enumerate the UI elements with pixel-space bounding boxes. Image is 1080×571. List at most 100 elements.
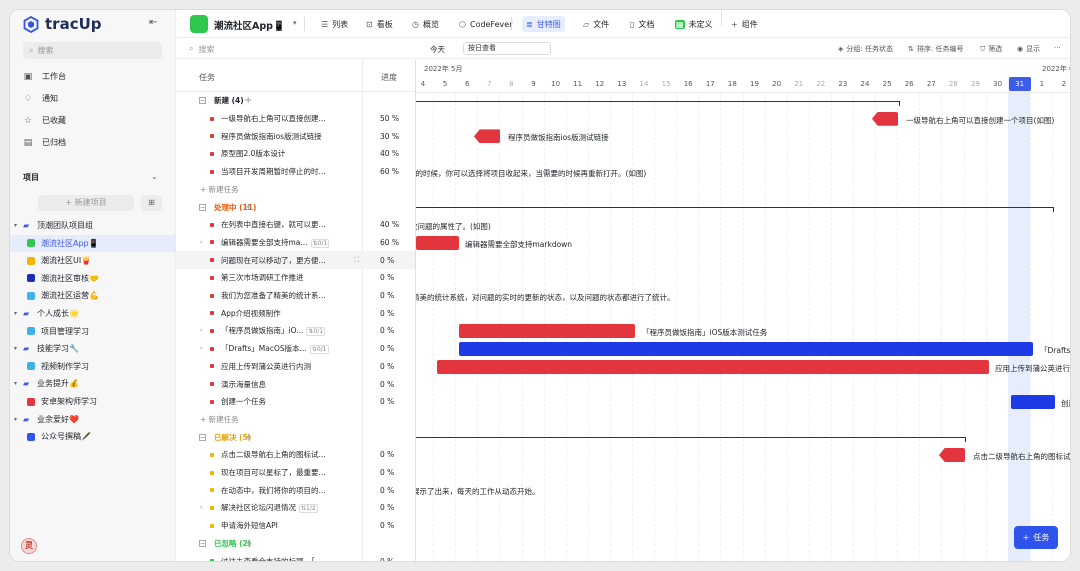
task-row[interactable]: App介绍视频制作 0 % <box>176 304 415 322</box>
tab-gantt[interactable]: ≣ 甘特图 <box>522 16 565 32</box>
collapse-group-icon[interactable]: − <box>199 539 206 547</box>
group-header[interactable]: − 新建 (4) + <box>176 92 415 110</box>
sidebar-folder[interactable]: ▾ ▰ 顶潮团队项目组 <box>10 217 176 234</box>
group-header[interactable]: − 已忽略 (2) + <box>176 535 415 553</box>
tab-folder[interactable]: ▱ 文件 <box>579 16 613 32</box>
new-task-button[interactable]: + 任务 <box>1014 526 1058 549</box>
sidebar-project-item[interactable]: 潮流社区App📱 <box>10 234 176 252</box>
task-search-input[interactable]: ⌕ 搜索 <box>189 44 214 55</box>
tab-list[interactable]: ☰ 列表 <box>317 16 352 32</box>
sidebar-project-item[interactable]: 项目管理学习 <box>10 323 176 340</box>
gantt-task-bar[interactable] <box>1011 394 1055 409</box>
sidebar-folder[interactable]: ▾ ▰ 个人成长🌟 <box>10 305 176 322</box>
gantt-task-bar[interactable] <box>459 341 1033 356</box>
sidebar-project-item[interactable]: 潮流社区运营💪 <box>10 287 176 304</box>
sidebar-nav-item[interactable]: ▤ 已归档 <box>23 137 66 148</box>
expand-subtasks-icon[interactable]: › <box>200 327 202 334</box>
chevron-down-icon[interactable]: ▾ <box>14 345 20 352</box>
gantt-task-bar[interactable] <box>416 235 459 250</box>
new-task-row[interactable]: + 新建任务 <box>176 411 415 429</box>
new-task-link[interactable]: + 新建任务 <box>200 414 239 425</box>
task-row[interactable]: 我们为您准备了精美的统计系... 0 % <box>176 287 415 305</box>
sidebar-project-item[interactable]: 安卓架构师学习 <box>10 393 176 410</box>
sidebar-folder[interactable]: ▾ ▰ 业余爱好❤️ <box>10 411 176 428</box>
task-progress: 0 % <box>380 468 395 478</box>
task-row[interactable]: 程序员做饭指南ios版测试链接 30 % <box>176 127 415 145</box>
sidebar-nav-item[interactable]: ▣ 工作台 <box>23 71 66 82</box>
logo[interactable]: tracUp <box>23 14 102 34</box>
new-folder-button[interactable]: ⊞ <box>141 195 162 211</box>
task-row[interactable]: › 「Drafts」MacOS版本... ⇅0/1 0 % <box>176 340 415 358</box>
task-row[interactable]: 在列表中直接右键，就可以更... 40 % <box>176 216 415 234</box>
collapse-group-icon[interactable]: − <box>199 203 206 211</box>
sidebar-project-item[interactable]: 潮流社区UI🍟 <box>10 252 176 269</box>
projects-collapse-icon[interactable]: ⌄ <box>151 172 158 181</box>
gantt-task-bar[interactable] <box>437 359 989 374</box>
expand-subtasks-icon[interactable]: › <box>200 345 202 352</box>
task-row[interactable]: 第三次市场调研工作推进 0 % <box>176 269 415 287</box>
add-task-plus-icon[interactable]: + <box>244 95 252 106</box>
task-search-placeholder: 搜索 <box>198 45 215 54</box>
today-button[interactable]: 今天 <box>430 44 445 55</box>
tab-plus[interactable]: + 组件 <box>727 16 762 32</box>
sidebar-nav-item[interactable]: ♢ 通知 <box>23 93 58 104</box>
add-task-plus-icon[interactable]: + <box>244 432 252 443</box>
tab-overview[interactable]: ◷ 概览 <box>408 16 443 32</box>
sidebar-search-input[interactable]: ⌕ 搜索 <box>23 42 162 59</box>
project-dropdown-icon[interactable]: ▾ <box>293 19 297 27</box>
new-task-link[interactable]: + 新建任务 <box>200 184 239 195</box>
task-row[interactable]: › 「程序员做饭指南」iO... ⇅0/1 0 % <box>176 322 415 340</box>
task-row[interactable]: 申请海外短信API 0 % <box>176 517 415 535</box>
collapse-sidebar-icon[interactable]: ⇤ <box>149 17 157 28</box>
task-row[interactable]: 创建一个任务 0 % <box>176 393 415 411</box>
chevron-down-icon[interactable]: ▾ <box>14 310 20 317</box>
sidebar-folder[interactable]: ▾ ▰ 技能学习🔧 <box>10 340 176 357</box>
view-mode-select[interactable]: 按日查看 <box>463 42 551 55</box>
group-header[interactable]: − 处理中 (11) + <box>176 198 415 216</box>
tab-code[interactable]: ⬡ CodeFever <box>455 16 517 32</box>
sidebar-nav-item[interactable]: ☆ 已收藏 <box>23 115 66 126</box>
collapse-group-icon[interactable]: − <box>199 97 206 105</box>
group-header[interactable]: − 已解决 (5) + <box>176 428 415 446</box>
task-row[interactable]: 现在项目可以星标了，最重要... 0 % <box>176 464 415 482</box>
task-row[interactable]: 在动态中，我们将你的项目的... 0 % <box>176 481 415 499</box>
task-row[interactable]: › 解决社区论坛闪退情况 ⇅1/2 0 % <box>176 499 415 517</box>
sidebar-folder[interactable]: ▾ ▰ 业务提升💰 <box>10 375 176 392</box>
user-avatar[interactable]: 灵 <box>21 538 37 554</box>
collapse-group-icon[interactable]: − <box>199 433 206 441</box>
new-project-button[interactable]: + 新建项目 <box>38 195 134 211</box>
sidebar-project-item[interactable]: 公众号撰稿🖋️ <box>10 428 176 445</box>
gantt-milestone-bar[interactable] <box>939 448 965 462</box>
new-task-row[interactable]: + 新建任务 <box>176 181 415 199</box>
task-row[interactable]: › 编辑器需要全部支持ma... ⇅0/1 60 % <box>176 234 415 252</box>
tab-kanban[interactable]: ⊡ 看板 <box>362 16 397 32</box>
tab-doc[interactable]: ▯ 文档 <box>626 16 658 32</box>
display-button[interactable]: ◉ 显示 <box>1017 44 1040 54</box>
group-by-button[interactable]: ◈ 分组: 任务状态 <box>838 44 893 54</box>
task-row[interactable]: 原型图2.0版本设计 40 % <box>176 145 415 163</box>
add-task-plus-icon[interactable]: + <box>244 538 252 549</box>
chevron-down-icon[interactable]: ▾ <box>14 222 20 229</box>
task-row[interactable]: 过往未查看全支持的标题，「... 0 % <box>176 552 415 561</box>
task-row[interactable]: 演示海量信息 0 % <box>176 375 415 393</box>
task-row[interactable]: 一级导航右上角可以直接创建... 50 % <box>176 110 415 128</box>
open-detail-icon[interactable]: ⛶ <box>354 256 359 265</box>
sidebar-project-item[interactable]: 潮流社区审核🤝 <box>10 270 176 287</box>
tab-label: 文档 <box>638 19 655 29</box>
add-task-plus-icon[interactable]: + <box>244 202 252 213</box>
gantt-task-bar[interactable] <box>459 324 635 339</box>
sidebar-project-item[interactable]: 视频制作学习 <box>10 358 176 375</box>
task-row[interactable]: 当项目开发周期暂时停止的时... 60 % <box>176 163 415 181</box>
more-button[interactable]: ··· <box>1054 44 1061 52</box>
chevron-down-icon[interactable]: ▾ <box>14 416 20 423</box>
sort-button[interactable]: ⇅ 排序: 任务编号 <box>908 44 963 54</box>
project-name[interactable]: 潮流社区App📱 <box>214 18 285 32</box>
expand-subtasks-icon[interactable]: › <box>200 239 202 246</box>
task-row[interactable]: 应用上传到蒲公英进行内测 0 % <box>176 358 415 376</box>
task-row[interactable]: 点击二级导航右上角的图标试... 0 % <box>176 446 415 464</box>
tab-sheet[interactable]: ▦ 未定义 <box>671 16 717 32</box>
filter-button[interactable]: ⛉ 筛选 <box>980 44 1002 54</box>
chevron-down-icon[interactable]: ▾ <box>14 380 20 387</box>
task-row[interactable]: 问题现在可以移动了，更方便... ⛶ 0 % <box>176 251 415 269</box>
expand-subtasks-icon[interactable]: › <box>200 504 202 511</box>
